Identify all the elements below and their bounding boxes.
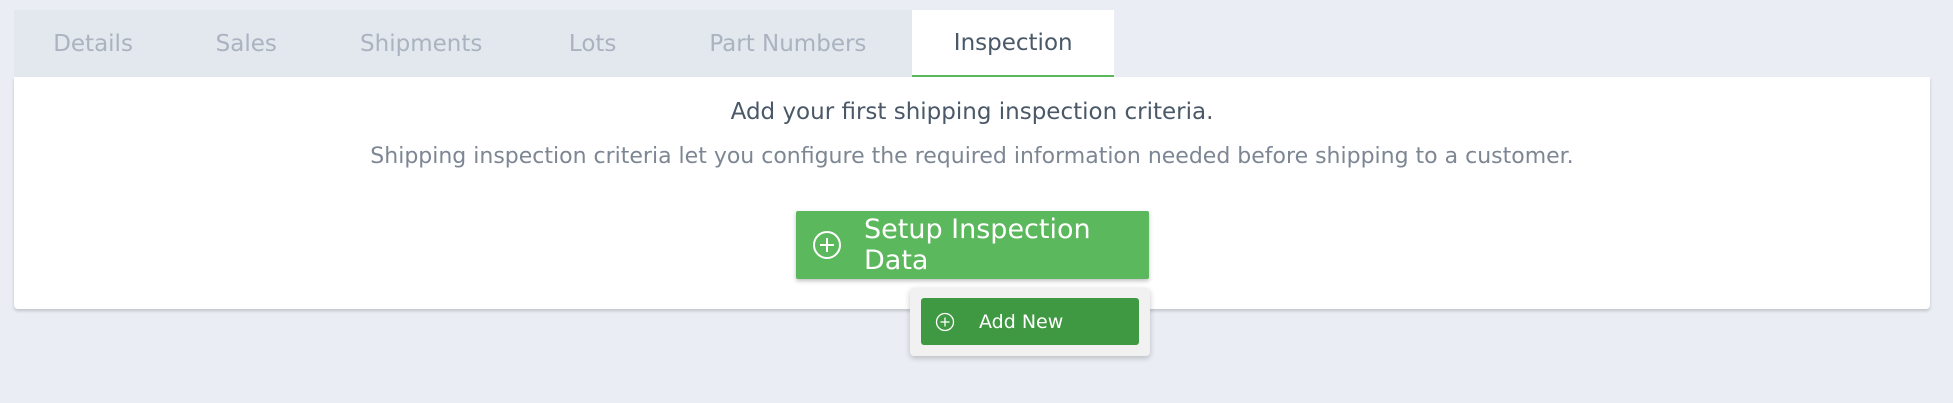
tab-label: Part Numbers [709,30,867,57]
tab-part-numbers[interactable]: Part Numbers [663,10,912,77]
add-new-button[interactable]: Add New [921,298,1139,345]
setup-dropdown-menu: Add New [910,288,1150,356]
tab-label: Sales [215,30,277,57]
empty-state-description: Shipping inspection criteria let you con… [370,144,1574,169]
add-new-label: Add New [979,310,1064,333]
tab-bar: Details Sales Shipments Lots Part Number… [14,10,1115,77]
plus-circle-icon [935,312,955,332]
tab-details[interactable]: Details [14,10,172,77]
tab-lots[interactable]: Lots [522,10,663,77]
tab-inspection[interactable]: Inspection [912,10,1115,77]
setup-inspection-data-button[interactable]: Setup Inspection Data [796,211,1149,279]
tab-sales[interactable]: Sales [172,10,320,77]
tab-label: Details [53,30,133,57]
setup-button-label: Setup Inspection Data [864,214,1091,276]
plus-circle-icon [812,230,842,260]
tab-shipments[interactable]: Shipments [320,10,522,77]
empty-state-headline: Add your first shipping inspection crite… [730,99,1214,125]
tab-label: Inspection [953,29,1073,56]
tab-label: Lots [568,30,617,57]
tab-label: Shipments [360,30,483,57]
